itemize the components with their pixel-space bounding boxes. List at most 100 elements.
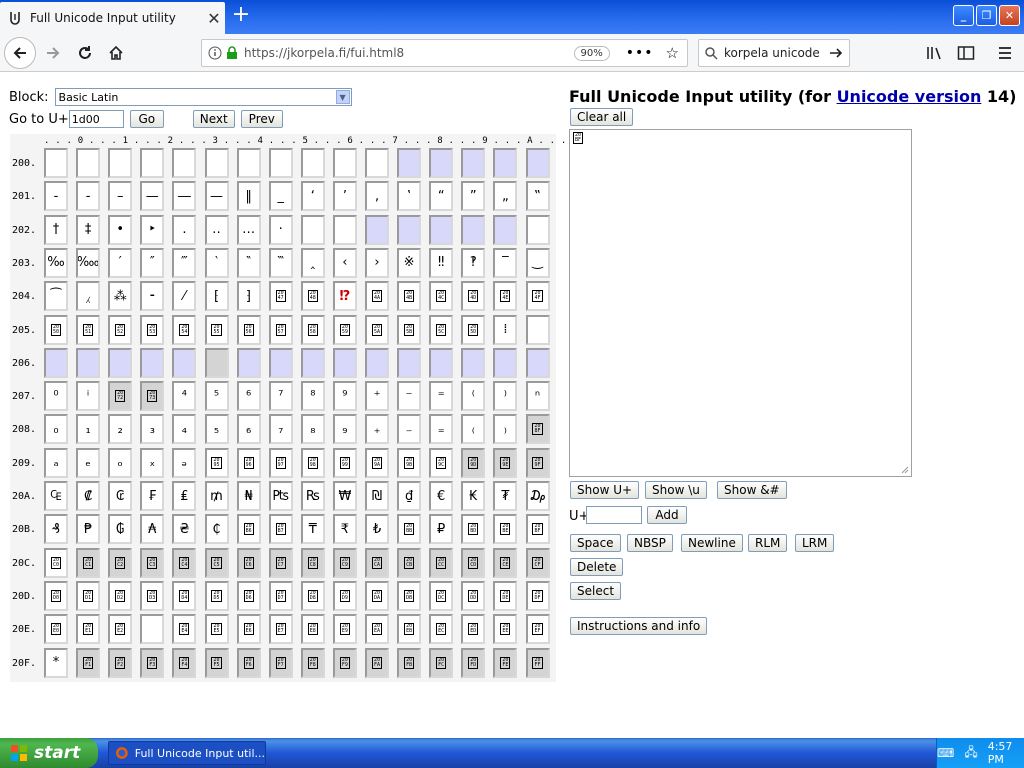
char-cell[interactable]: 20 DD — [461, 580, 486, 611]
char-cell[interactable]: 20 C9 — [332, 547, 357, 578]
delete-button[interactable]: Delete — [570, 558, 624, 576]
char-cell[interactable]: ″ — [140, 247, 165, 278]
char-cell[interactable] — [493, 148, 518, 178]
char-cell[interactable]: ‾ — [493, 247, 518, 278]
char-cell[interactable]: 20 EF — [525, 614, 550, 645]
char-cell[interactable]: ‱ — [76, 247, 101, 278]
char-cell[interactable]: 20 95 — [204, 447, 229, 478]
char-cell[interactable]: 20 E4 — [172, 614, 197, 645]
char-cell[interactable]: ‿ — [525, 247, 550, 278]
char-cell[interactable]: ‛ — [397, 181, 422, 212]
char-cell[interactable]: 20 DA — [365, 580, 389, 611]
char-cell[interactable]: 20 D6 — [236, 580, 261, 611]
char-cell[interactable]: 20 FD — [461, 647, 486, 678]
add-button[interactable]: Add — [647, 506, 687, 524]
char-cell[interactable]: ’ — [332, 181, 357, 212]
search-box[interactable]: korpela unicode — [698, 39, 850, 67]
char-cell[interactable]: 20 D5 — [204, 580, 229, 611]
char-cell[interactable] — [140, 614, 165, 645]
char-cell[interactable] — [397, 214, 422, 245]
taskbar-firefox-item[interactable]: Full Unicode Input util... — [108, 741, 266, 765]
char-cell[interactable]: 20 FC — [429, 647, 454, 678]
char-cell[interactable]: ‰ — [44, 247, 68, 278]
char-cell[interactable] — [172, 347, 197, 378]
char-cell[interactable]: ‟ — [525, 181, 550, 212]
lrm-button[interactable]: LRM — [795, 534, 835, 552]
char-cell[interactable]: ₥ — [204, 481, 229, 511]
char-cell[interactable]: 20 9A — [365, 447, 389, 478]
char-cell[interactable]: • — [108, 214, 133, 245]
char-cell[interactable] — [365, 347, 389, 378]
char-cell[interactable]: 20 C3 — [140, 547, 165, 578]
char-cell[interactable]: ⁱ — [76, 381, 101, 412]
char-cell[interactable]: ⁁ — [76, 281, 101, 312]
char-cell[interactable]: 20 51 — [76, 314, 101, 345]
char-cell[interactable]: ⁺ — [365, 381, 389, 412]
char-cell[interactable]: ₂ — [108, 414, 133, 445]
char-cell[interactable] — [332, 347, 357, 378]
char-cell[interactable]: 20 47 — [268, 281, 293, 312]
char-cell[interactable]: ₴ — [172, 514, 197, 545]
char-cell[interactable]: ₢ — [108, 481, 133, 511]
char-cell[interactable]: – — [108, 181, 133, 212]
char-cell[interactable] — [429, 214, 454, 245]
char-cell[interactable]: _ — [268, 181, 293, 212]
char-cell[interactable]: 20 EA — [365, 614, 389, 645]
char-cell[interactable]: ⁸ — [300, 381, 325, 412]
char-cell[interactable]: ⁂ — [108, 281, 133, 312]
char-cell[interactable]: ₫ — [397, 481, 422, 511]
char-cell[interactable]: 20 F4 — [172, 647, 197, 678]
char-cell[interactable] — [140, 148, 165, 178]
show-backslash-u-button[interactable]: Show \u — [645, 481, 707, 499]
char-cell[interactable]: ₒ — [108, 447, 133, 478]
char-cell[interactable]: ₪ — [365, 481, 389, 511]
goto-input[interactable]: 1d00 — [68, 110, 124, 128]
char-cell[interactable] — [300, 214, 325, 245]
char-cell[interactable]: ‥ — [204, 214, 229, 245]
char-cell[interactable]: ₋ — [397, 414, 422, 445]
char-cell[interactable] — [493, 214, 518, 245]
char-cell[interactable]: ⁷ — [268, 381, 293, 412]
char-cell[interactable]: ₤ — [172, 481, 197, 511]
char-cell[interactable]: - — [44, 181, 68, 212]
char-cell[interactable] — [44, 347, 68, 378]
char-cell[interactable] — [76, 347, 101, 378]
char-cell[interactable]: ‵ — [204, 247, 229, 278]
char-cell[interactable]: 20 E1 — [76, 614, 101, 645]
char-cell[interactable]: 20 50 — [44, 314, 68, 345]
char-cell[interactable]: ₆ — [236, 414, 261, 445]
char-cell[interactable]: 20 4E — [493, 281, 518, 312]
char-cell[interactable]: ‡ — [76, 214, 101, 245]
network-icon[interactable]: 🖧 — [964, 743, 977, 764]
output-textarea[interactable]: 20 BF — [569, 129, 912, 477]
char-cell[interactable]: 20 D0 — [44, 580, 68, 611]
char-cell[interactable]: 20 FA — [365, 647, 389, 678]
char-cell[interactable]: ₈ — [300, 414, 325, 445]
menu-button[interactable] — [990, 38, 1020, 68]
char-cell[interactable]: 20 5A — [365, 314, 389, 345]
char-cell[interactable]: 20 E8 — [300, 614, 325, 645]
char-cell[interactable] — [300, 148, 325, 178]
char-cell[interactable]: 20 9E — [493, 447, 518, 478]
char-cell[interactable]: 20 57 — [268, 314, 293, 345]
char-cell[interactable]: ₧ — [268, 481, 293, 511]
char-cell[interactable]: ⁄ — [172, 281, 197, 312]
char-cell[interactable]: ₊ — [365, 414, 389, 445]
char-cell[interactable]: … — [236, 214, 261, 245]
char-cell[interactable]: 20 B7 — [268, 514, 293, 545]
char-cell[interactable]: ₨ — [300, 481, 325, 511]
char-cell[interactable]: 20 BD — [461, 514, 486, 545]
char-cell[interactable]: 20 E0 — [44, 614, 68, 645]
char-cell[interactable]: ₭ — [461, 481, 486, 511]
char-cell[interactable]: ” — [461, 181, 486, 212]
char-cell[interactable]: 20 99 — [332, 447, 357, 478]
char-cell[interactable] — [76, 148, 101, 178]
nbsp-button[interactable]: NBSP — [627, 534, 673, 552]
char-cell[interactable]: 20 9D — [461, 447, 486, 478]
char-cell[interactable]: 20 F6 — [236, 647, 261, 678]
char-cell[interactable]: 20 CB — [397, 547, 422, 578]
char-cell[interactable]: ₩ — [332, 481, 357, 511]
char-cell[interactable]: 20 DE — [493, 580, 518, 611]
char-cell[interactable]: 20 73 — [140, 381, 165, 412]
char-cell[interactable]: 20 ED — [461, 614, 486, 645]
